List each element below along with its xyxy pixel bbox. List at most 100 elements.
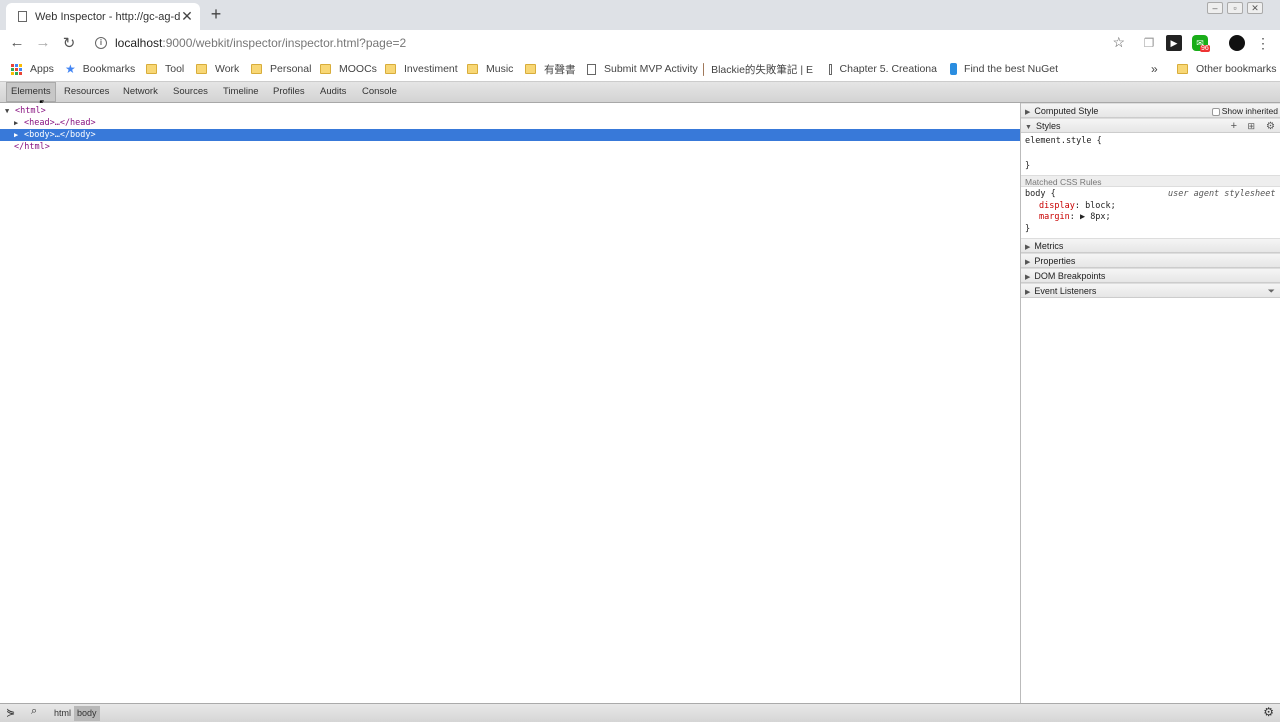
css-declaration-display[interactable]: display: block; xyxy=(1039,201,1116,211)
tab-sources[interactable]: Sources xyxy=(168,82,213,102)
breadcrumb-body[interactable]: body xyxy=(74,706,100,721)
bookmark-chapter5[interactable]: Chapter 5. Creationa xyxy=(829,61,937,77)
bookmark-label: 有聲書 xyxy=(544,63,576,76)
bookmark-folder-tool[interactable]: Tool xyxy=(146,61,184,77)
browser-tabstrip: Web Inspector - http://gc-ag-dc ✕ + – ▫ … xyxy=(0,0,1280,30)
css-property: margin xyxy=(1039,212,1070,222)
close-tab-icon[interactable]: ✕ xyxy=(180,8,194,25)
bookmark-submit-mvp[interactable]: Submit MVP Activity xyxy=(587,61,698,77)
url-path: :9000/webkit/inspector/inspector.html?pa… xyxy=(162,36,407,50)
add-rule-icon[interactable]: + xyxy=(1231,119,1237,134)
expand-arrow-icon: ▶ xyxy=(1025,289,1031,296)
css-value: : block; xyxy=(1074,201,1116,211)
section-title: Metrics xyxy=(1034,241,1064,251)
expand-arrow-icon: ▶ xyxy=(1025,109,1031,116)
url-host: localhost xyxy=(115,36,163,50)
folder-icon xyxy=(251,64,262,74)
nuget-icon xyxy=(950,63,958,75)
tab-timeline[interactable]: Timeline xyxy=(218,82,264,102)
styles-header[interactable]: ▼ Styles + ⊞ ⚙ xyxy=(1021,118,1280,133)
page-icon xyxy=(829,63,832,75)
element-style-open[interactable]: element.style { xyxy=(1025,136,1102,146)
bookmark-label: MOOCs xyxy=(339,63,377,75)
dom-node-html-close[interactable]: </html> xyxy=(0,141,1020,153)
bookmark-label: Other bookmarks xyxy=(1196,63,1277,75)
css-declaration-margin[interactable]: margin: ▶ 8px; xyxy=(1039,212,1111,222)
bookmarks-bar: Apps ★ Bookmarks Tool Work Personal MOOC… xyxy=(0,56,1280,82)
expand-triangle-icon[interactable]: ▶ xyxy=(14,129,24,141)
new-tab-button[interactable]: + xyxy=(207,4,225,25)
checkbox-icon[interactable] xyxy=(1211,107,1220,116)
extension-badge: 96 xyxy=(1200,45,1210,52)
star-icon: ★ xyxy=(65,62,76,76)
address-bar[interactable]: i localhost:9000/webkit/inspector/inspec… xyxy=(88,31,1131,55)
restore-button[interactable]: ▫ xyxy=(1227,2,1243,14)
bookmark-star-icon[interactable]: ☆ xyxy=(1112,34,1125,51)
bookmark-folder-music[interactable]: Music xyxy=(467,61,513,77)
folder-icon xyxy=(385,64,396,74)
bookmark-apps[interactable]: Apps xyxy=(11,61,54,77)
rule-selector[interactable]: body { xyxy=(1025,189,1056,199)
folder-icon xyxy=(320,64,331,74)
minimize-button[interactable]: – xyxy=(1207,2,1223,14)
bookmark-folder-audiobooks[interactable]: 有聲書 xyxy=(525,61,576,77)
extension-copy-icon[interactable]: ❐ xyxy=(1141,35,1157,51)
filter-icon[interactable]: ⏷ xyxy=(1268,284,1275,299)
bookmark-label: Personal xyxy=(270,63,312,75)
bookmark-label: Music xyxy=(486,63,514,75)
tab-console[interactable]: Console xyxy=(357,82,402,102)
dom-node-text: <html> xyxy=(15,106,46,116)
back-button[interactable]: ← xyxy=(8,34,26,51)
dom-node-html[interactable]: ▼ <html> xyxy=(0,105,1020,117)
bookmark-folder-work[interactable]: Work xyxy=(196,61,239,77)
dom-node-head[interactable]: ▶ <head>…</head> xyxy=(0,117,1020,129)
dom-node-text: </html> xyxy=(14,142,50,152)
rule-close: } xyxy=(1025,224,1031,234)
metrics-header[interactable]: ▶ Metrics xyxy=(1021,238,1280,253)
section-title: Styles xyxy=(1035,121,1061,131)
info-icon[interactable]: i xyxy=(95,37,107,49)
dom-node-body-selected[interactable]: ▶ <body>…</body> xyxy=(0,129,1020,141)
folder-icon xyxy=(196,64,207,74)
tab-network[interactable]: Network xyxy=(118,82,163,102)
expand-triangle-icon[interactable]: ▶ xyxy=(14,117,24,129)
settings-gear-icon[interactable]: ⚙ xyxy=(1266,119,1275,134)
console-toggle-icon[interactable]: ⋟ xyxy=(6,706,15,719)
profile-avatar[interactable] xyxy=(1229,35,1245,51)
bookmark-bookmarks[interactable]: ★ Bookmarks xyxy=(65,61,135,77)
section-title: Computed Style xyxy=(1034,106,1099,116)
toggle-state-icon[interactable]: ⊞ xyxy=(1247,119,1255,134)
folder-icon xyxy=(1177,64,1188,74)
styles-sidebar: ▶ Computed Style Show inherited ▼ Styles +… xyxy=(1020,103,1280,703)
bookmark-folder-personal[interactable]: Personal xyxy=(251,61,311,77)
section-title: Event Listeners xyxy=(1034,286,1097,296)
browser-tab[interactable]: Web Inspector - http://gc-ag-dc ✕ xyxy=(6,3,200,30)
settings-gear-icon[interactable]: ⚙ xyxy=(1263,705,1274,719)
reload-button[interactable]: ↻ xyxy=(60,34,78,52)
bookmark-folder-investiment[interactable]: Investiment xyxy=(385,61,458,77)
bookmark-blackie[interactable]: Blackie的失敗筆記 | E xyxy=(703,61,813,77)
tab-profiles[interactable]: Profiles xyxy=(268,82,310,102)
bookmark-nuget[interactable]: Find the best NuGet xyxy=(950,61,1058,77)
bookmarks-overflow-button[interactable]: » xyxy=(1151,61,1158,77)
show-inherited-label: Show inherited xyxy=(1221,106,1278,116)
browser-toolbar: ← → ↻ i localhost:9000/webkit/inspector/… xyxy=(0,30,1280,56)
properties-header[interactable]: ▶ Properties xyxy=(1021,253,1280,268)
breadcrumb-html[interactable]: html xyxy=(51,706,74,721)
event-listeners-header[interactable]: ▶ Event Listeners ⏷ xyxy=(1021,283,1280,298)
bookmark-folder-moocs[interactable]: MOOCs xyxy=(320,61,377,77)
close-window-button[interactable]: ✕ xyxy=(1247,2,1263,14)
collapse-triangle-icon[interactable]: ▼ xyxy=(5,105,15,117)
tab-resources[interactable]: Resources xyxy=(59,82,114,102)
bookmark-other-bookmarks[interactable]: Other bookmarks xyxy=(1177,61,1277,77)
menu-icon[interactable]: ⋮ xyxy=(1255,35,1271,51)
computed-style-header[interactable]: ▶ Computed Style Show inherited xyxy=(1021,103,1280,118)
extension-play-icon[interactable]: ▶ xyxy=(1166,35,1182,51)
forward-button[interactable]: → xyxy=(34,34,52,51)
inspector-toolbar: Elements Resources Network Sources Timel… xyxy=(0,82,1280,103)
show-inherited-toggle[interactable]: Show inherited xyxy=(1211,104,1278,119)
search-icon[interactable]: ⌕ xyxy=(31,705,37,718)
tab-audits[interactable]: Audits xyxy=(315,82,351,102)
dom-breakpoints-header[interactable]: ▶ DOM Breakpoints xyxy=(1021,268,1280,283)
element-style-close: } xyxy=(1025,161,1031,171)
